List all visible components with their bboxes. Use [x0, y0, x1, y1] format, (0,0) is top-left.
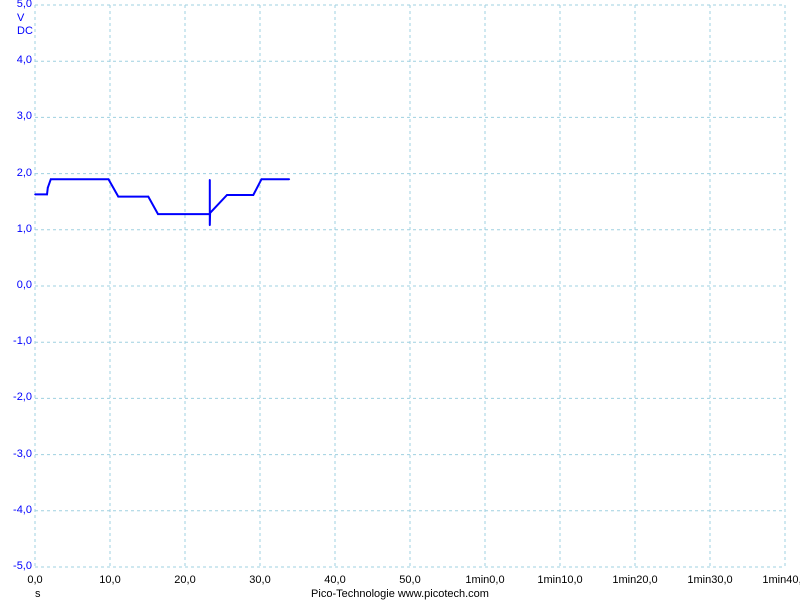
data-point: [226, 194, 228, 196]
data-point: [157, 213, 159, 215]
y-tick-label: -5,0: [13, 560, 32, 572]
x-tick-label: 0,0: [27, 574, 43, 586]
data-point: [208, 178, 211, 181]
y-tick-label: -2,0: [13, 391, 32, 404]
data-point: [288, 178, 291, 181]
y-tick-label: 3,0: [16, 110, 32, 123]
data-point: [252, 194, 255, 196]
data-point: [147, 195, 150, 198]
x-unit-label: s: [35, 588, 41, 600]
data-point: [208, 224, 211, 227]
y-tick-label: -1,0: [13, 335, 32, 348]
x-tick-label: 1min30,0: [687, 574, 733, 586]
x-tick-label: 10,0: [99, 574, 121, 586]
y-tick-label: 4,0: [16, 54, 32, 67]
series-line: [35, 178, 290, 226]
y-tick-label: 5,0: [16, 0, 32, 10]
y-unit-label: V: [17, 12, 25, 24]
x-tick-label: 1min10,0: [537, 574, 583, 586]
y-tick-label: 2,0: [16, 166, 32, 179]
data-point: [117, 195, 120, 198]
x-tick-label: 40,0: [324, 574, 346, 586]
y-tick-label: -4,0: [13, 503, 32, 516]
x-tick-label: 20,0: [174, 574, 196, 586]
y-tick-label: 1,0: [16, 222, 32, 235]
data-point: [46, 186, 49, 189]
data-point: [107, 178, 110, 181]
x-tick-label: 30,0: [249, 574, 271, 586]
scope-chart: V DC 5,0 4,0 3,0 2,0 1,0 0,0 -1,0 -2,0 -3,0 -4,0 -…: [0, 0, 800, 600]
y-tick-label: -3,0: [13, 447, 32, 460]
x-tick-label: 50,0: [399, 574, 421, 586]
x-tick-label: 1min20,0: [612, 574, 658, 586]
footer-credit: Pico-Technologie www.picotech.com: [311, 588, 489, 600]
plot-area: [34, 4, 786, 568]
x-tick-label: 1min0,0: [465, 574, 505, 586]
coupling-label: DC: [17, 25, 33, 37]
y-tick-label: 0,0: [16, 279, 32, 291]
data-point: [209, 212, 211, 214]
data-point: [260, 178, 263, 181]
x-tick-label: 1min40,0: [762, 574, 800, 586]
data-point: [49, 178, 52, 181]
data-point: [46, 193, 48, 196]
data-point: [34, 193, 36, 196]
